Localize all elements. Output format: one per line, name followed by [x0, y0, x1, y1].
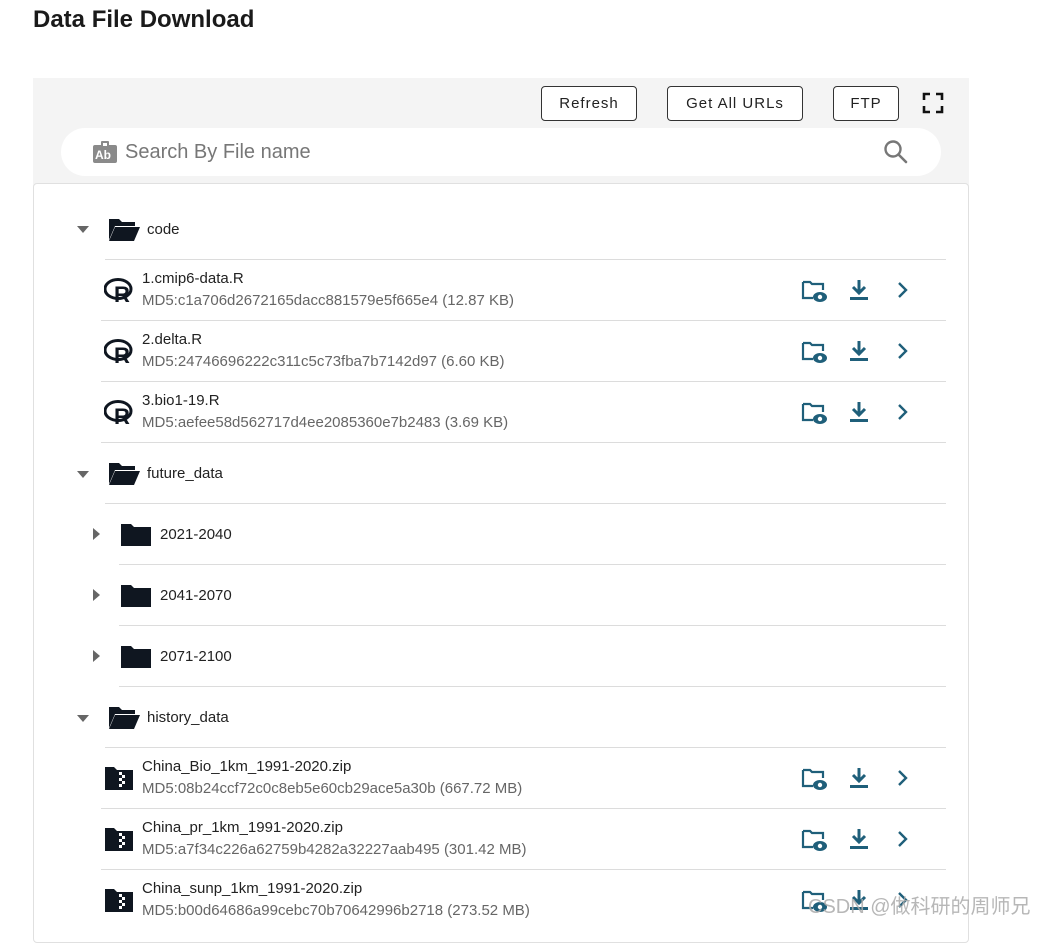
- chevron-right-icon[interactable]: [897, 769, 909, 787]
- expand-caret-icon[interactable]: [92, 589, 100, 601]
- file-name[interactable]: China_sunp_1km_1991-2020.zip: [142, 880, 362, 897]
- collapse-caret-icon[interactable]: [77, 713, 89, 723]
- file-name[interactable]: 1.cmip6-data.R: [142, 270, 244, 287]
- svg-text:Ab: Ab: [95, 148, 111, 162]
- search-bar: Ab: [61, 128, 941, 176]
- folder-label[interactable]: history_data: [147, 709, 229, 726]
- folder-icon: [121, 646, 151, 668]
- download-icon[interactable]: [849, 401, 869, 423]
- file-name[interactable]: 2.delta.R: [142, 331, 202, 348]
- text-search-icon: Ab: [93, 141, 117, 163]
- file-meta: MD5:24746696222c311c5c73fba7b7142d97 (6.…: [142, 353, 505, 370]
- zip-file-icon: [105, 828, 133, 851]
- expand-caret-icon[interactable]: [92, 650, 100, 662]
- svg-text:R: R: [114, 343, 130, 364]
- folder-icon: [121, 524, 151, 546]
- page-title: Data File Download: [33, 6, 255, 33]
- zip-file-icon: [105, 889, 133, 912]
- subfolder-label[interactable]: 2041-2070: [160, 587, 232, 604]
- file-meta: MD5:aefee58d562717d4ee2085360e7b2483 (3.…: [142, 414, 509, 431]
- preview-folder-icon[interactable]: [801, 766, 829, 792]
- download-icon[interactable]: [849, 767, 869, 789]
- folder-open-icon: [109, 463, 140, 485]
- search-input[interactable]: [125, 136, 865, 168]
- folder-label[interactable]: code: [147, 221, 180, 238]
- subfolder-label[interactable]: 2021-2040: [160, 526, 232, 543]
- get-all-urls-button[interactable]: Get All URLs: [667, 86, 803, 121]
- chevron-right-icon[interactable]: [897, 281, 909, 299]
- r-language-icon: R: [104, 339, 133, 364]
- chevron-right-icon[interactable]: [897, 830, 909, 848]
- file-meta: MD5:a7f34c226a62759b4282a32227aab495 (30…: [142, 841, 527, 858]
- preview-folder-icon[interactable]: [801, 400, 829, 426]
- folder-label[interactable]: future_data: [147, 465, 223, 482]
- fullscreen-icon[interactable]: [922, 92, 944, 114]
- file-meta: MD5:08b24ccf72c0c8eb5e60cb29ace5a30b (66…: [142, 780, 523, 797]
- expand-caret-icon[interactable]: [92, 528, 100, 540]
- collapse-caret-icon[interactable]: [77, 224, 89, 234]
- chevron-right-icon[interactable]: [897, 342, 909, 360]
- collapse-caret-icon[interactable]: [77, 469, 89, 479]
- download-icon[interactable]: [849, 340, 869, 362]
- chevron-right-icon[interactable]: [897, 403, 909, 421]
- file-name[interactable]: China_pr_1km_1991-2020.zip: [142, 819, 343, 836]
- folder-open-icon: [109, 707, 140, 729]
- preview-folder-icon[interactable]: [801, 278, 829, 304]
- folder-icon: [121, 585, 151, 607]
- subfolder-label[interactable]: 2071-2100: [160, 648, 232, 665]
- download-icon[interactable]: [849, 279, 869, 301]
- svg-text:R: R: [114, 282, 130, 303]
- file-meta: MD5:c1a706d2672165dacc881579e5f665e4 (12…: [142, 292, 514, 309]
- file-meta: MD5:b00d64686a99cebc70b70642996b2718 (27…: [142, 902, 530, 919]
- watermark: CSDN @做科研的周师兄: [808, 896, 1031, 918]
- download-icon[interactable]: [849, 828, 869, 850]
- file-name[interactable]: China_Bio_1km_1991-2020.zip: [142, 758, 351, 775]
- file-name[interactable]: 3.bio1-19.R: [142, 392, 220, 409]
- ftp-button[interactable]: FTP: [833, 86, 899, 121]
- search-icon[interactable]: [883, 139, 909, 165]
- svg-text:R: R: [114, 404, 130, 425]
- refresh-button[interactable]: Refresh: [541, 86, 637, 121]
- zip-file-icon: [105, 767, 133, 790]
- r-language-icon: R: [104, 278, 133, 303]
- folder-open-icon: [109, 219, 140, 241]
- preview-folder-icon[interactable]: [801, 827, 829, 853]
- preview-folder-icon[interactable]: [801, 339, 829, 365]
- r-language-icon: R: [104, 400, 133, 425]
